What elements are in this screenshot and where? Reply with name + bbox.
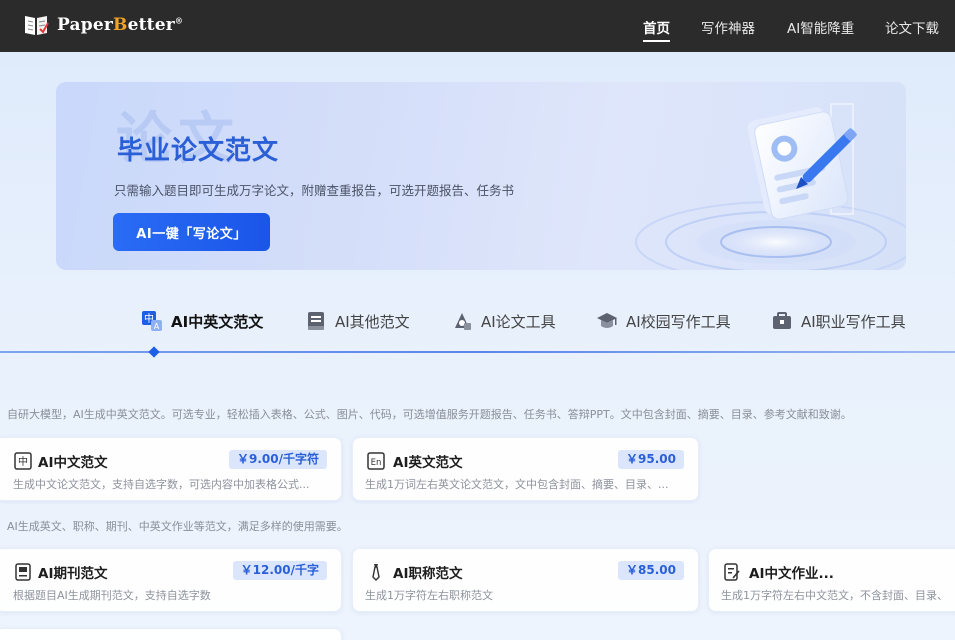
card-title: AI期刊范文 — [38, 566, 108, 582]
hero-banner: 论文 毕业论文范文 只需输入题目即可生成万字论文，附赠查重报告，可选开题报告、任… — [56, 82, 906, 270]
card-description: 生成1万词左右英文论文范文，文中包含封面、摘要、目录、... — [365, 478, 669, 491]
nav-ai-dedup[interactable]: AI智能降重 — [787, 17, 854, 37]
translate-icon: 中 A — [141, 310, 163, 332]
active-tab-indicator — [148, 346, 160, 358]
brand-name: PaperBetter® — [57, 15, 184, 35]
journal-icon — [14, 563, 32, 581]
svg-text:En: En — [371, 458, 382, 468]
category-tabs: 中 A AI中英文范文 AI其他范文 AI论文工具 AI校园写作工具 AI职业写… — [0, 300, 955, 360]
tab-label: AI职业写作工具 — [801, 312, 906, 331]
price-badge: ￥9.00/千字符 — [229, 450, 327, 469]
book-icon — [305, 310, 327, 332]
nav-writing-tool[interactable]: 写作神器 — [701, 17, 755, 37]
tab-ai-career[interactable]: AI职业写作工具 — [771, 308, 906, 334]
card-title: AI中文作业... — [749, 566, 834, 582]
tab-divider — [0, 351, 955, 353]
nav-active-underline — [643, 40, 670, 42]
card-ai-chinese-homework[interactable]: AI中文作业... 生成1万字符左右中文范文，不含封面、目录、 — [708, 548, 955, 612]
svg-text:中: 中 — [18, 455, 28, 468]
price-badge: ￥12.00/千字 — [232, 561, 327, 580]
tie-icon — [367, 563, 385, 581]
zh-icon: 中 — [14, 452, 32, 470]
tab-ai-tools[interactable]: AI论文工具 — [451, 308, 556, 334]
tab-label: AI其他范文 — [335, 312, 410, 331]
card-ai-english-paper[interactable]: En AI英文范文 ￥95.00 生成1万词左右英文论文范文，文中包含封面、摘要… — [352, 437, 699, 501]
tab-label: AI中英文范文 — [171, 312, 264, 331]
document-pen-illustration — [626, 82, 906, 270]
tab-ai-cn-en[interactable]: 中 A AI中英文范文 — [141, 308, 263, 334]
brand-logo[interactable]: PaperBetter® — [22, 10, 183, 40]
banner-subtitle: 只需输入题目即可生成万字论文，附赠查重报告，可选开题报告、任务书 — [114, 183, 515, 198]
card-title: AI中文范文 — [38, 455, 108, 471]
briefcase-icon — [771, 310, 793, 332]
logo-book-icon — [22, 12, 50, 38]
card-title: AI职称范文 — [393, 566, 463, 582]
card-ai-title-paper[interactable]: AI职称范文 ￥85.00 生成1万字符左右职称范文 — [352, 548, 699, 612]
price-badge: ￥95.00 — [618, 450, 684, 469]
nav-paper-download[interactable]: 论文下载 — [885, 17, 939, 37]
nav-home[interactable]: 首页 — [643, 17, 670, 42]
banner-title: 毕业论文范文 — [117, 136, 280, 166]
tab-ai-campus[interactable]: AI校园写作工具 — [596, 308, 731, 334]
card-description: 根据题目AI生成期刊范文，支持自选字数 — [13, 589, 211, 602]
card-partial-next-row[interactable] — [0, 628, 342, 640]
tools-icon — [451, 310, 473, 332]
card-description: 生成1万字符左右中文范文，不含封面、目录、 — [721, 589, 948, 602]
write-paper-button[interactable]: AI一键「写论文」 — [113, 213, 270, 251]
tab-ai-other[interactable]: AI其他范文 — [305, 308, 410, 334]
en-icon: En — [367, 452, 385, 470]
tab-label: AI校园写作工具 — [626, 312, 731, 331]
homework-icon — [723, 563, 741, 581]
section-description: AI生成英文、职称、期刊、中英文作业等范文，满足多样的使用需要。 — [7, 520, 348, 533]
svg-text:A: A — [154, 322, 160, 331]
top-navbar: PaperBetter® 首页 写作神器 AI智能降重 论文下载 — [0, 0, 955, 52]
card-description: 生成中文论文范文，支持自选字数，可选内容中加表格公式... — [13, 478, 310, 491]
card-title: AI英文范文 — [393, 455, 463, 471]
section-description: 自研大模型，AI生成中英文范文。可选专业，轻松插入表格、公式、图片、代码，可选增… — [7, 408, 852, 421]
card-ai-chinese-paper[interactable]: 中 AI中文范文 ￥9.00/千字符 生成中文论文范文，支持自选字数，可选内容中… — [0, 437, 342, 501]
price-badge: ￥85.00 — [618, 561, 684, 580]
tab-label: AI论文工具 — [481, 312, 556, 331]
card-description: 生成1万字符左右职称范文 — [365, 589, 493, 602]
card-ai-journal-paper[interactable]: AI期刊范文 ￥12.00/千字 根据题目AI生成期刊范文，支持自选字数 — [0, 548, 342, 612]
graduation-cap-icon — [596, 310, 618, 332]
